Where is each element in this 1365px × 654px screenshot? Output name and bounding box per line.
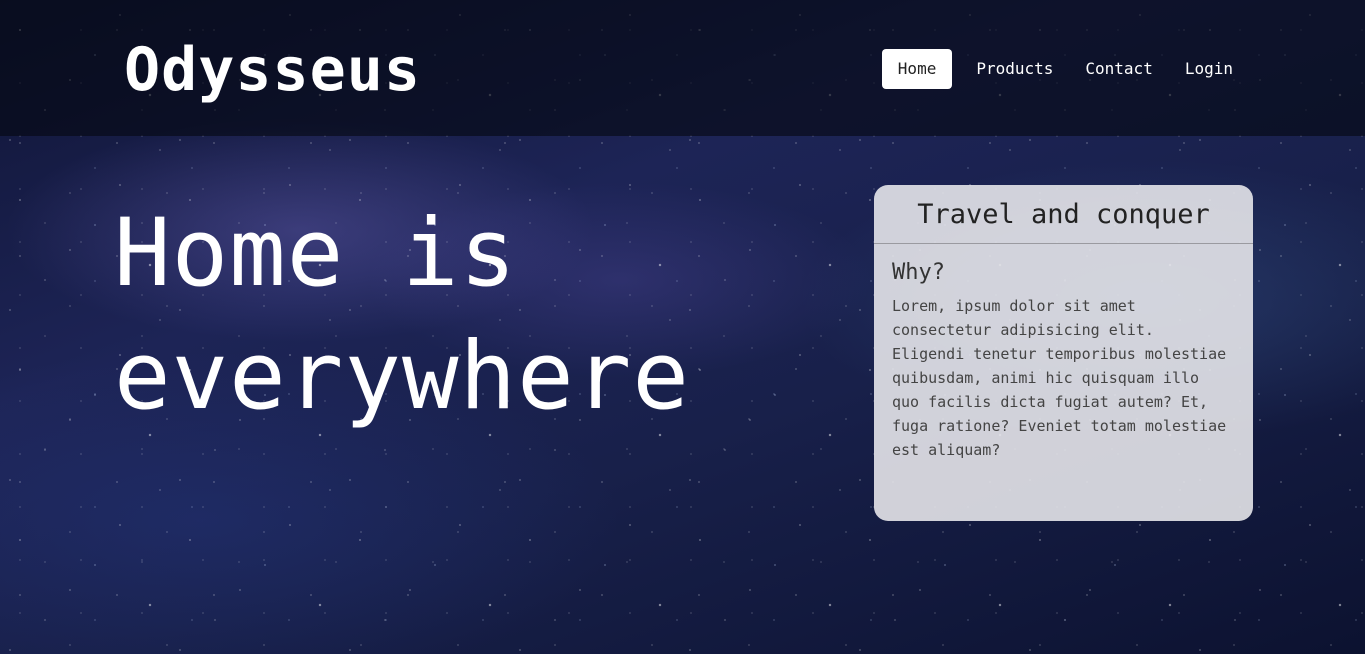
brand-logo[interactable]: Odysseus xyxy=(124,28,421,112)
nav-home-link[interactable]: Home xyxy=(881,49,953,89)
card-text: Lorem, ipsum dolor sit amet consectetur … xyxy=(892,297,1227,459)
main-nav: Home Products Contact Login xyxy=(881,49,1241,89)
top-navbar: Odysseus Home Products Contact Login xyxy=(0,0,1365,136)
card-subtitle: Why? xyxy=(892,260,945,285)
card-body: Why? Lorem, ipsum dolor sit amet consect… xyxy=(874,244,1253,476)
card-header: Travel and conquer xyxy=(874,185,1253,244)
hero-title: Home is everywhere xyxy=(114,199,690,431)
nav-products-link[interactable]: Products xyxy=(968,49,1061,89)
nav-contact-link[interactable]: Contact xyxy=(1077,49,1160,89)
nav-login-link[interactable]: Login xyxy=(1177,49,1241,89)
info-card: Travel and conquer Why? Lorem, ipsum dol… xyxy=(874,185,1253,521)
